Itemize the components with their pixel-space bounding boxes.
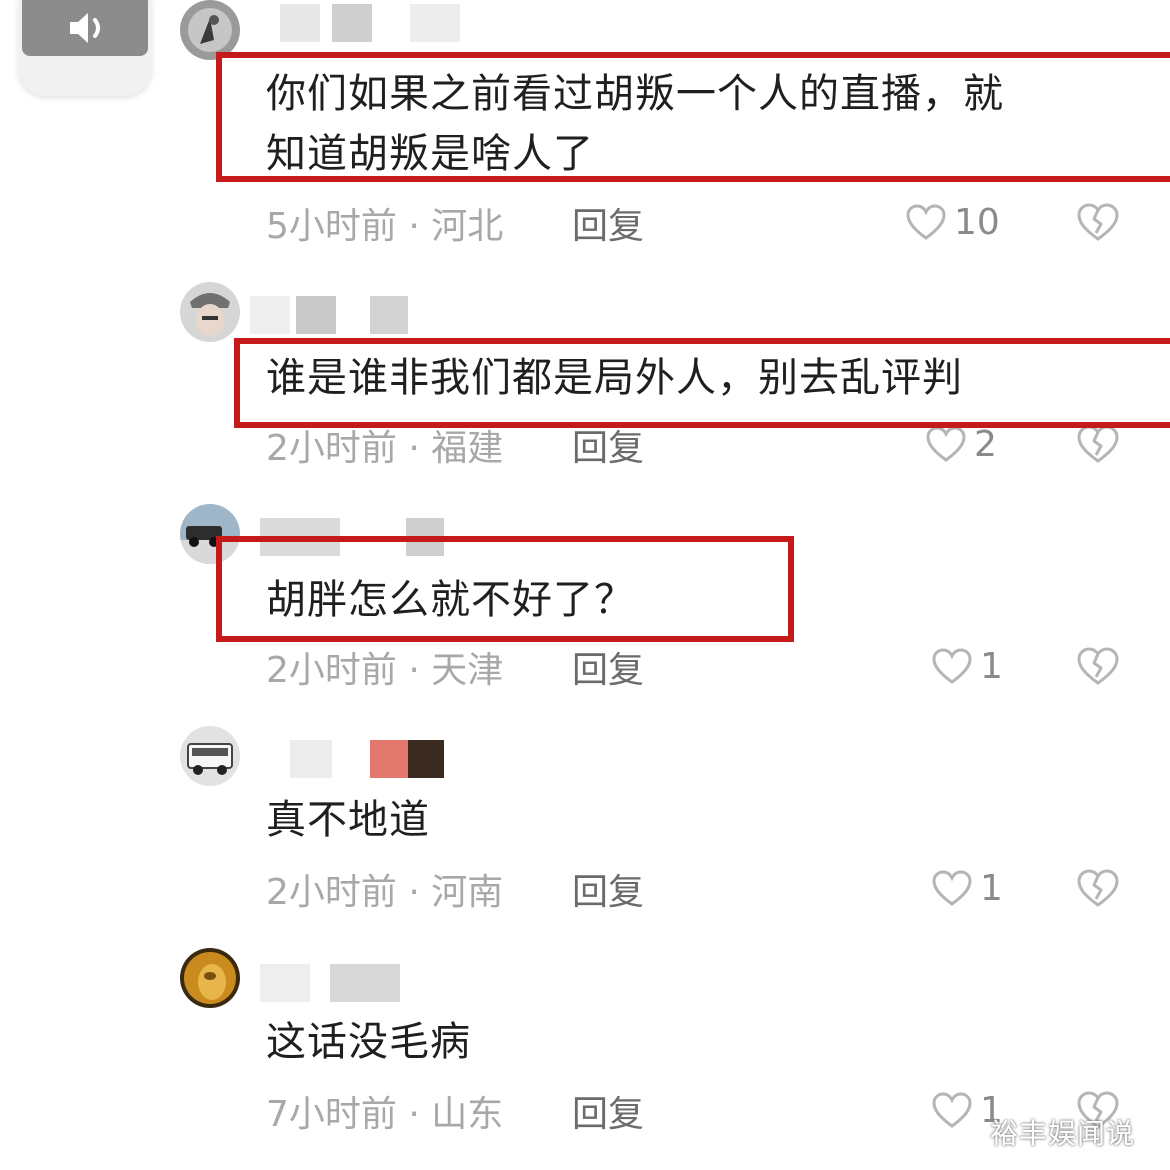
dislike-button[interactable]: [1076, 868, 1120, 912]
reply-button[interactable]: 回复: [572, 646, 644, 696]
comment-time: 7小时前: [266, 1094, 397, 1135]
watermark-text: 裕丰娱闻说: [990, 1117, 1136, 1150]
heart-outline-icon: [932, 1092, 972, 1128]
like-count: 2: [974, 424, 997, 465]
reply-button[interactable]: 回复: [572, 424, 644, 474]
meta-separator: ·: [408, 872, 420, 913]
like-button[interactable]: 1: [932, 642, 1003, 692]
avatar[interactable]: [180, 504, 240, 564]
heart-outline-icon: [932, 870, 972, 906]
comment-location: 山东: [431, 1094, 504, 1135]
avatar[interactable]: [180, 282, 240, 342]
volume-button[interactable]: [18, 0, 152, 96]
comment-text: 谁是谁非我们都是局外人，别去乱评判: [266, 355, 963, 401]
comment-location: 天津: [431, 650, 504, 691]
comment-meta: 5小时前 · 河北: [266, 202, 503, 252]
like-count: 1: [980, 646, 1003, 687]
comment-time: 2小时前: [266, 872, 397, 913]
comment-text: 真不地道: [266, 797, 430, 843]
meta-separator: ·: [408, 650, 420, 691]
comment-meta: 2小时前 · 天津: [266, 646, 503, 696]
like-count: 1: [980, 868, 1003, 909]
heart-outline-icon: [926, 426, 966, 462]
broken-heart-icon: [1077, 425, 1119, 463]
broken-heart-icon: [1077, 869, 1119, 907]
comment-time: 5小时前: [266, 206, 397, 247]
comment-meta: 7小时前 · 山东: [266, 1090, 503, 1140]
dislike-button[interactable]: [1076, 424, 1120, 468]
comment-text: 胡胖怎么就不好了？: [266, 577, 635, 623]
comment-location: 河南: [431, 872, 504, 913]
comment-location: 河北: [431, 206, 504, 247]
speaker-icon: [70, 13, 100, 43]
avatar[interactable]: [180, 948, 240, 1008]
avatar[interactable]: [180, 726, 240, 786]
avatar[interactable]: [180, 0, 240, 60]
comment-text: 这话没毛病: [266, 1019, 471, 1065]
comment-location: 福建: [431, 428, 504, 469]
dislike-button[interactable]: [1076, 646, 1120, 690]
dislike-button[interactable]: [1076, 202, 1120, 246]
like-count: 10: [954, 202, 1000, 243]
heart-outline-icon: [932, 648, 972, 684]
comment-text: 你们如果之前看过胡叛一个人的直播，就 知道胡叛是啥人了: [266, 71, 1004, 177]
reply-button[interactable]: 回复: [572, 1090, 644, 1140]
reply-button[interactable]: 回复: [572, 868, 644, 918]
broken-heart-icon: [1077, 647, 1119, 685]
comment-meta: 2小时前 · 河南: [266, 868, 503, 918]
like-button[interactable]: 10: [906, 198, 1000, 248]
heart-outline-icon: [906, 204, 946, 240]
meta-separator: ·: [408, 428, 420, 469]
volume-button-face: [22, 0, 148, 56]
like-button[interactable]: 1: [932, 864, 1003, 914]
comment-meta: 2小时前 · 福建: [266, 424, 503, 474]
comment-time: 2小时前: [266, 650, 397, 691]
broken-heart-icon: [1077, 203, 1119, 241]
meta-separator: ·: [408, 1094, 420, 1135]
meta-separator: ·: [408, 206, 420, 247]
reply-button[interactable]: 回复: [572, 202, 644, 252]
comment-time: 2小时前: [266, 428, 397, 469]
like-button[interactable]: 2: [926, 420, 997, 470]
